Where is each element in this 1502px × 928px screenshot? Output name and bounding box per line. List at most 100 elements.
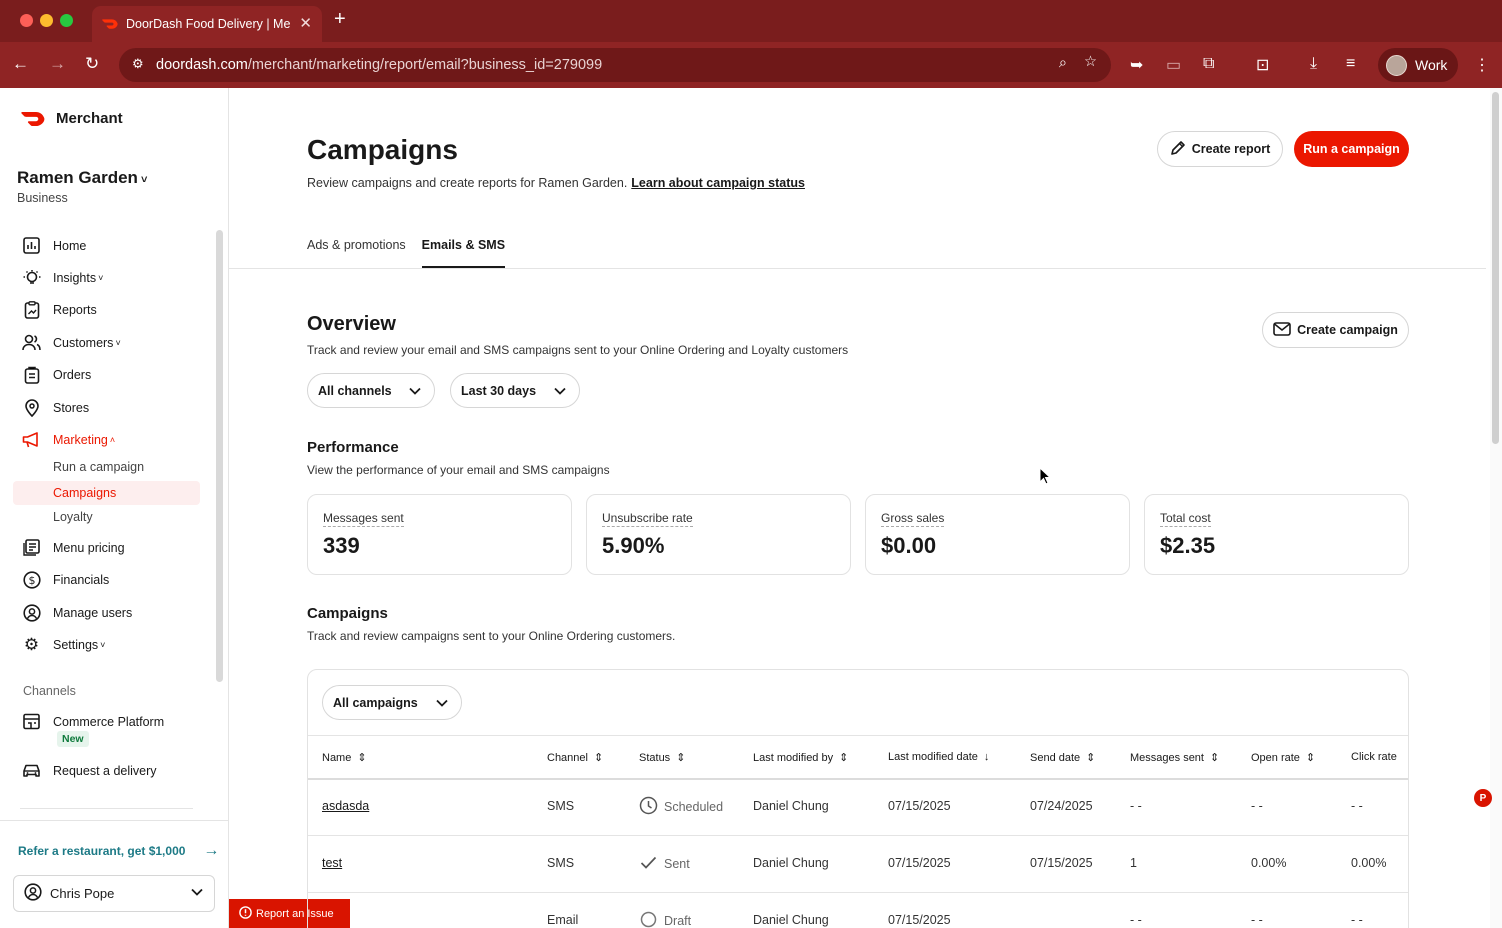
metric-label[interactable]: Gross sales xyxy=(881,511,945,527)
sidebar-scrollbar[interactable] xyxy=(216,230,223,682)
sort-icon: ⇕ xyxy=(593,752,604,764)
extension-icon[interactable]: ▭ xyxy=(1166,55,1181,75)
column-header-click-rate[interactable]: Click rate xyxy=(1351,751,1397,763)
refer-label: Refer a restaurant, get $1,000 xyxy=(18,844,186,858)
minimize-window-button[interactable] xyxy=(40,14,53,27)
draft-circle-icon xyxy=(639,910,658,928)
sidebar-label: Insights xyxy=(53,270,97,285)
zoom-icon[interactable]: ⌕ xyxy=(1059,55,1067,71)
header-label: Messages sent xyxy=(1130,751,1204,764)
column-header-channel[interactable]: Channel ⇕ xyxy=(547,751,604,765)
more-menu-icon[interactable]: ⋮ xyxy=(1474,55,1490,75)
browser-tab[interactable]: DoorDash Food Delivery | Me ✕ xyxy=(92,6,322,42)
column-header-send-date[interactable]: Send date ⇕ xyxy=(1030,751,1095,765)
forward-icon[interactable]: → xyxy=(49,54,66,74)
sidebar-item-stores[interactable]: Stores xyxy=(22,398,89,417)
tab-close-icon[interactable]: ✕ xyxy=(299,14,312,32)
performance-description: View the performance of your email and S… xyxy=(307,463,610,477)
header-label: Last modified by xyxy=(753,751,834,764)
mouse-cursor-icon xyxy=(1039,466,1052,490)
campaign-filter-dropdown[interactable]: All campaigns xyxy=(322,685,462,720)
user-account-select[interactable]: Chris Pope xyxy=(13,875,215,912)
table-cell-channel: Email xyxy=(547,913,579,927)
sidebar-item-customers[interactable]: Customers ˅ xyxy=(22,333,121,352)
scrollbar-thumb[interactable] xyxy=(1492,92,1499,444)
sidebar-item-orders[interactable]: Orders xyxy=(22,365,91,384)
divider xyxy=(20,808,193,809)
checkmark-icon xyxy=(639,853,658,875)
puzzle-icon[interactable]: ⧉ xyxy=(1203,55,1214,73)
date-range-dropdown[interactable]: Last 30 days xyxy=(450,373,580,408)
site-settings-icon[interactable]: ⚙ xyxy=(132,56,144,72)
tab-emails-sms[interactable]: Emails & SMS xyxy=(421,238,506,268)
campaign-name-link[interactable]: asdasda xyxy=(322,799,369,813)
business-switcher[interactable]: Ramen Garden ˅ xyxy=(17,168,147,188)
sidebar-item-request-delivery[interactable]: Request a delivery xyxy=(22,761,157,780)
back-icon[interactable]: ← xyxy=(12,54,29,74)
maximize-window-button[interactable] xyxy=(60,14,73,27)
table-cell-modified-by: Daniel Chung xyxy=(753,799,829,813)
tab-ads-promotions[interactable]: Ads & promotions xyxy=(307,238,406,268)
metric-label[interactable]: Total cost xyxy=(1160,511,1211,527)
learn-campaign-status-link[interactable]: Learn about campaign status xyxy=(631,176,805,190)
channel-filter-dropdown[interactable]: All channels xyxy=(307,373,435,408)
sort-descending-icon: ↓ xyxy=(983,751,990,763)
metric-label[interactable]: Unsubscribe rate xyxy=(602,511,693,527)
page-scrollbar[interactable] xyxy=(1490,88,1502,928)
status-badge: Scheduled xyxy=(639,796,723,818)
table-row-divider xyxy=(308,835,1408,836)
column-header-status[interactable]: Status ⇕ xyxy=(639,751,685,765)
page-subtitle: Review campaigns and create reports for … xyxy=(307,176,805,190)
sidebar-item-home[interactable]: Home xyxy=(22,236,86,255)
column-header-open-rate[interactable]: Open rate ⇕ xyxy=(1251,751,1316,765)
close-window-button[interactable] xyxy=(20,14,33,27)
sidebar-item-manage-users[interactable]: Manage users xyxy=(22,603,132,622)
new-badge: New xyxy=(57,731,89,747)
refer-restaurant-link[interactable]: Refer a restaurant, get $1,000 → xyxy=(18,842,219,860)
sidebar-item-settings[interactable]: ⚙ Settings ˅ xyxy=(22,635,106,654)
sidebar-item-reports[interactable]: Reports xyxy=(22,300,97,319)
column-header-name[interactable]: Name ⇕ xyxy=(322,751,367,765)
extension-p-icon[interactable]: P xyxy=(1474,789,1492,807)
sidebar-item-commerce-platform[interactable]: Commerce Platform xyxy=(22,712,164,731)
reload-icon[interactable]: ↻ xyxy=(85,54,99,74)
run-campaign-button[interactable]: Run a campaign xyxy=(1294,131,1409,167)
new-tab-icon[interactable]: + xyxy=(334,8,346,31)
status-label: Scheduled xyxy=(664,800,724,814)
create-campaign-button[interactable]: Create campaign xyxy=(1262,312,1409,348)
overview-description: Track and review your email and SMS camp… xyxy=(307,343,849,357)
sidebar-subitem-campaigns[interactable]: Campaigns xyxy=(13,481,200,505)
bookmark-star-icon[interactable]: ☆ xyxy=(1084,54,1097,70)
media-icon[interactable]: ≡ xyxy=(1346,55,1355,73)
tab-search-icon[interactable]: ⊡ xyxy=(1256,55,1269,75)
header-label: Open rate xyxy=(1251,751,1300,764)
sidebar-item-insights[interactable]: Insights ˅ xyxy=(22,268,103,287)
url-path: /merchant/marketing/report/email?busines… xyxy=(247,57,603,73)
address-bar[interactable]: ⚙ doordash.com/merchant/marketing/report… xyxy=(119,48,1111,82)
campaign-name-link[interactable]: test xyxy=(322,856,342,870)
metric-label[interactable]: Messages sent xyxy=(323,511,404,527)
download-icon[interactable]: ⤓ xyxy=(1310,55,1317,73)
tab-title: DoorDash Food Delivery | Me xyxy=(126,17,291,31)
campaigns-description: Track and review campaigns sent to your … xyxy=(307,629,676,643)
metric-card-messages-sent: Messages sent 339 xyxy=(307,494,572,575)
metric-value: 5.90% xyxy=(602,533,665,558)
column-header-last-modified-date[interactable]: Last modified date ↓ xyxy=(888,751,989,763)
sidebar-item-financials[interactable]: $ Financials xyxy=(22,570,109,589)
doordash-extension-icon[interactable]: ➥ xyxy=(1130,55,1143,75)
column-header-last-modified-by[interactable]: Last modified by ⇕ xyxy=(753,751,848,765)
profile-button[interactable]: Work xyxy=(1378,48,1458,82)
sidebar-item-marketing[interactable]: Marketing ˄ xyxy=(22,430,115,449)
header-label: Name xyxy=(322,751,352,764)
sidebar-item-menu-pricing[interactable]: Menu pricing xyxy=(22,538,125,557)
sort-icon: ⇕ xyxy=(1305,752,1316,764)
table-row-divider xyxy=(308,892,1408,893)
create-report-button[interactable]: Create report xyxy=(1157,131,1283,167)
merchant-logo[interactable]: Merchant xyxy=(20,110,123,127)
column-header-messages-sent[interactable]: Messages sent ⇕ xyxy=(1130,751,1219,765)
pencil-icon xyxy=(1170,140,1186,159)
sidebar-subitem-run-campaign[interactable]: Run a campaign xyxy=(53,460,144,474)
sidebar-subitem-loyalty[interactable]: Loyalty xyxy=(53,510,93,524)
header-label: Channel xyxy=(547,751,588,764)
channels-heading: Channels xyxy=(23,684,76,698)
